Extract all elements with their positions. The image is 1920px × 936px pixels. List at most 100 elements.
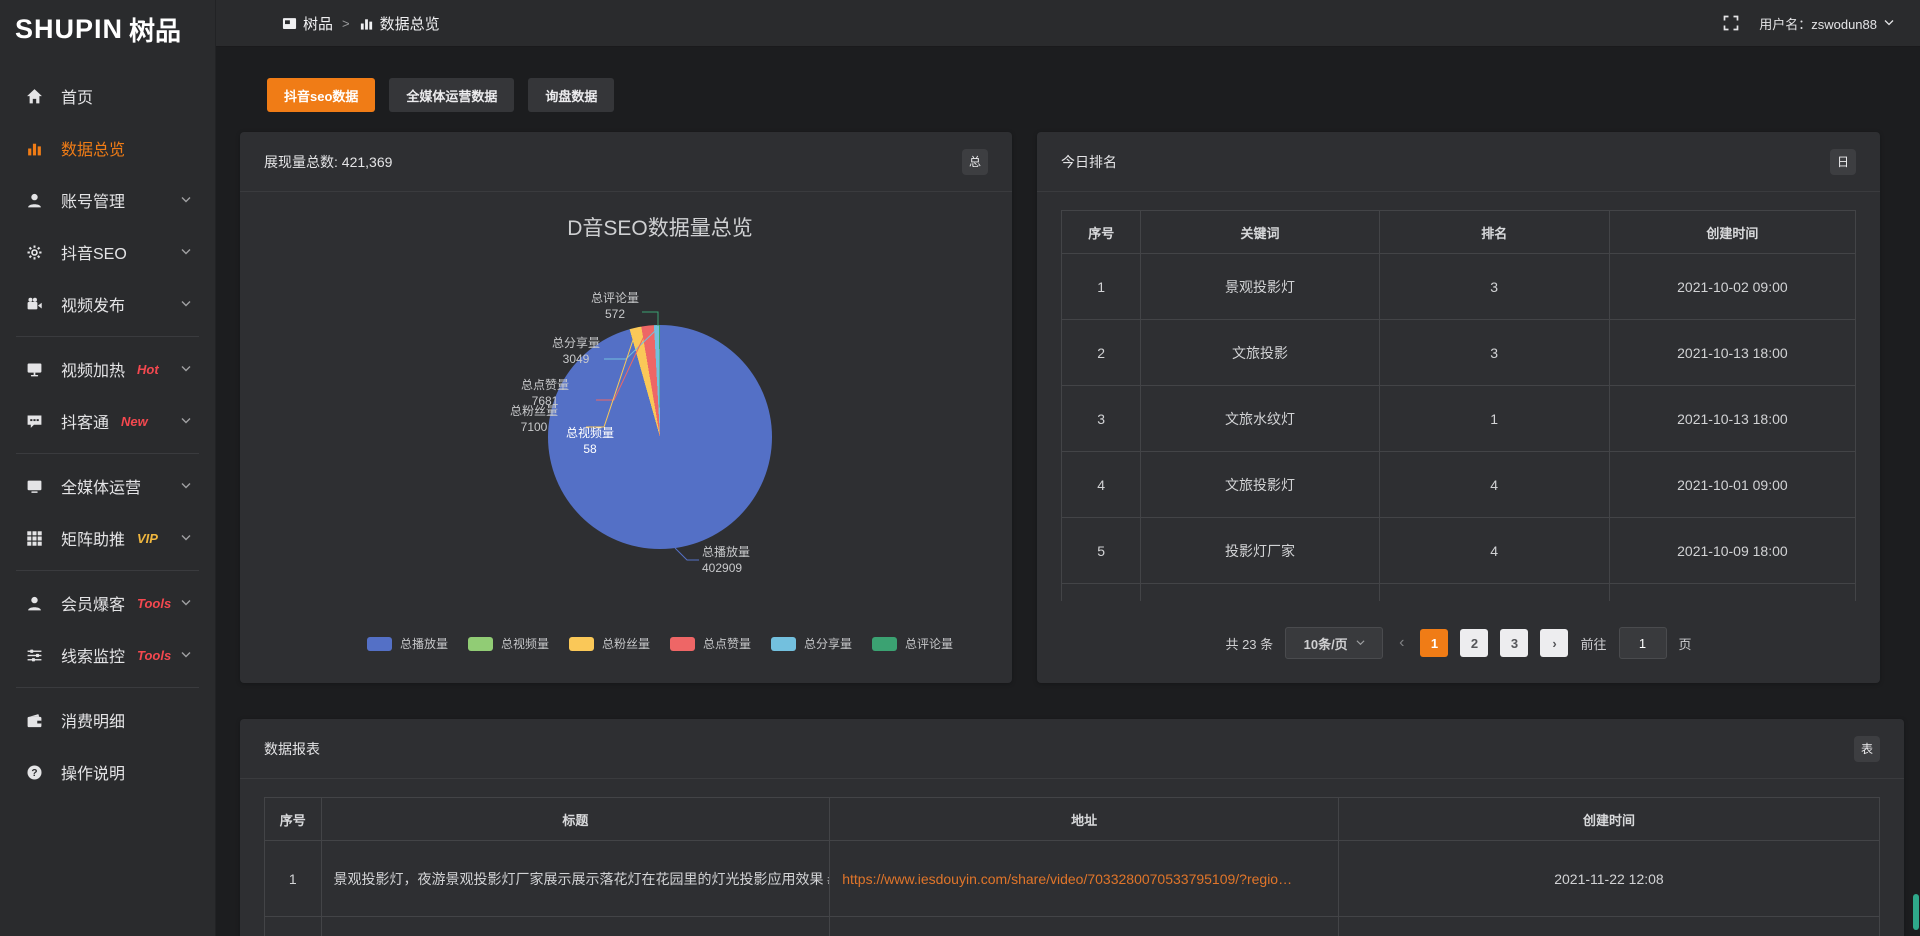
page-button-1[interactable]: 1 xyxy=(1420,629,1448,657)
user-icon xyxy=(26,192,43,209)
logo-text-en: SHUPIN xyxy=(15,14,123,45)
chevron-down-icon xyxy=(181,418,191,424)
col-created: 创建时间 xyxy=(1338,798,1879,841)
report-table: 序号 标题 地址 创建时间 1 景观投影灯，夜游景观投影灯厂家展示展示落花灯在花… xyxy=(264,797,1880,936)
scrollbar-thumb[interactable] xyxy=(1913,894,1919,930)
rank-row-partial xyxy=(1062,584,1856,602)
tab-inquiry[interactable]: 询盘数据 xyxy=(528,78,614,112)
rank-row[interactable]: 1景观投影灯32021-10-02 09:00 xyxy=(1062,254,1856,320)
sidebar-item-douyin-seo[interactable]: 抖音SEO xyxy=(0,226,215,278)
chevron-down-icon xyxy=(181,600,191,606)
fullscreen-icon[interactable] xyxy=(1723,15,1739,31)
wallet-icon xyxy=(26,712,43,729)
next-page-button[interactable]: › xyxy=(1540,629,1568,657)
sidebar-item-video-heat[interactable]: 视频加热 Hot xyxy=(0,343,215,395)
rank-card-header: 今日排名 日 xyxy=(1037,132,1880,192)
tab-douyin-seo[interactable]: 抖音seo数据 xyxy=(267,78,375,112)
sidebar-item-video-publish[interactable]: 视频发布 xyxy=(0,278,215,330)
chevron-down-icon xyxy=(181,652,191,658)
chevron-down-icon xyxy=(181,366,191,372)
hot-badge: Hot xyxy=(137,362,159,377)
legend-swatch xyxy=(872,637,897,651)
pie-label-plays: 总播放量402909 xyxy=(702,544,792,576)
data-report-card: 数据报表 表 序号 标题 地址 创建时间 1 景观投影灯，夜游景观投影灯厂家展示… xyxy=(240,719,1904,936)
sidebar-item-omnimedia[interactable]: 全媒体运营 xyxy=(0,460,215,512)
sidebar-item-home[interactable]: 首页 xyxy=(0,70,215,122)
chevron-down-icon xyxy=(1884,20,1894,26)
sidebar-item-label: 会员爆客 xyxy=(61,591,125,615)
sidebar-divider xyxy=(16,336,199,337)
legend-item-likes[interactable]: 总点赞量 xyxy=(670,635,751,652)
sidebar-item-member-baoke[interactable]: 会员爆客 Tools xyxy=(0,577,215,629)
sidebar-item-matrix-boost[interactable]: 矩阵助推 VIP xyxy=(0,512,215,564)
tab-omnimedia[interactable]: 全媒体运营数据 xyxy=(389,78,514,112)
legend-swatch xyxy=(468,637,493,651)
sidebar-item-lead-monitor[interactable]: 线索监控 Tools xyxy=(0,629,215,681)
report-caption: 景观投影灯，夜游景观投影灯厂家展示展示落花灯在花园里的灯光投影应用效果 # xyxy=(321,841,830,917)
page-button-3[interactable]: 3 xyxy=(1500,629,1528,657)
sidebar-item-label: 视频加热 xyxy=(61,357,125,381)
report-card-title: 数据报表 xyxy=(264,739,320,759)
user-menu[interactable]: 用户名：zswodun88 xyxy=(1759,14,1894,33)
report-header-row: 序号 标题 地址 创建时间 xyxy=(265,798,1880,841)
username-label: 用户名：zswodun88 xyxy=(1759,14,1877,33)
sidebar-item-label: 首页 xyxy=(61,84,93,108)
legend-item-comments[interactable]: 总评论量 xyxy=(872,635,953,652)
page-button-2[interactable]: 2 xyxy=(1460,629,1488,657)
sidebar-item-label: 账号管理 xyxy=(61,188,125,212)
chat-icon xyxy=(26,413,43,430)
sidebar-item-label: 抖音SEO xyxy=(61,240,127,264)
topbar: 树品 > 数据总览 用户名：zswodun88 xyxy=(216,0,1920,47)
legend-item-shares[interactable]: 总分享量 xyxy=(771,635,852,652)
rank-row[interactable]: 5投影灯厂家42021-10-09 18:00 xyxy=(1062,518,1856,584)
sidebar: SHUPIN 树品 首页 数据总览 账号管理 抖音SEO 视频发布 xyxy=(0,0,216,936)
col-rank: 排名 xyxy=(1379,211,1609,254)
svg-text:?: ? xyxy=(31,768,37,779)
rank-header-row: 序号 关键词 排名 创建时间 xyxy=(1062,211,1856,254)
new-badge: New xyxy=(121,414,148,429)
col-keyword: 关键词 xyxy=(1141,211,1379,254)
sidebar-item-label: 线索监控 xyxy=(61,643,125,667)
total-badge[interactable]: 总 xyxy=(962,149,988,175)
rank-row[interactable]: 3文旅水纹灯12021-10-13 18:00 xyxy=(1062,386,1856,452)
chevron-down-icon xyxy=(181,535,191,541)
app-logo[interactable]: SHUPIN 树品 xyxy=(0,0,215,58)
sidebar-item-help[interactable]: ? 操作说明 xyxy=(0,746,215,798)
sidebar-item-data-overview[interactable]: 数据总览 xyxy=(0,122,215,174)
sidebar-item-douketong[interactable]: 抖客通 New xyxy=(0,395,215,447)
question-icon: ? xyxy=(26,764,43,781)
impressions-total-label: 展现量总数: 421,369 xyxy=(264,152,392,172)
logo-text-cn: 树品 xyxy=(129,11,181,48)
rank-row[interactable]: 2文旅投影32021-10-13 18:00 xyxy=(1062,320,1856,386)
rank-row[interactable]: 4文旅投影灯42021-10-01 09:00 xyxy=(1062,452,1856,518)
seo-data-card: 展现量总数: 421,369 总 D音SEO数据量总览 总评论量572 总分享量… xyxy=(240,132,1012,683)
legend-item-fans[interactable]: 总粉丝量 xyxy=(569,635,650,652)
sidebar-item-account[interactable]: 账号管理 xyxy=(0,174,215,226)
goto-page-input[interactable] xyxy=(1619,627,1667,659)
page-size-select[interactable]: 10条/页 xyxy=(1285,627,1383,659)
prev-page-button[interactable]: ‹ xyxy=(1395,634,1408,652)
sidebar-item-label: 视频发布 xyxy=(61,292,125,316)
breadcrumb-root-label: 树品 xyxy=(303,13,333,34)
leader-lines xyxy=(274,192,1046,672)
breadcrumb-root[interactable]: 树品 xyxy=(282,13,333,34)
report-link[interactable]: https://www.iesdouyin.com/share/video/70… xyxy=(830,841,1339,917)
sidebar-item-label: 全媒体运营 xyxy=(61,474,141,498)
rank-table: 序号 关键词 排名 创建时间 1景观投影灯32021-10-02 09:00 2… xyxy=(1061,210,1856,601)
legend-item-videos[interactable]: 总视频量 xyxy=(468,635,549,652)
pagination-total: 共 23 条 xyxy=(1225,634,1273,653)
rank-card-title: 今日排名 xyxy=(1061,152,1117,172)
sidebar-divider xyxy=(16,453,199,454)
goto-suffix: 页 xyxy=(1679,634,1692,653)
sidebar-item-spend-detail[interactable]: 消费明细 xyxy=(0,694,215,746)
data-tabs: 抖音seo数据 全媒体运营数据 询盘数据 xyxy=(267,78,614,112)
chart-legend: 总播放量 总视频量 总粉丝量 总点赞量 总分享量 总评论量 xyxy=(274,635,1046,652)
table-badge[interactable]: 表 xyxy=(1854,736,1880,762)
report-row: 1 景观投影灯，夜游景观投影灯厂家展示展示落花灯在花园里的灯光投影应用效果 # … xyxy=(265,841,1880,917)
col-index: 序号 xyxy=(1062,211,1141,254)
day-badge[interactable]: 日 xyxy=(1830,149,1856,175)
legend-item-plays[interactable]: 总播放量 xyxy=(367,635,448,652)
monitor-icon xyxy=(26,478,43,495)
breadcrumb-current[interactable]: 数据总览 xyxy=(359,13,440,34)
col-created: 创建时间 xyxy=(1609,211,1855,254)
